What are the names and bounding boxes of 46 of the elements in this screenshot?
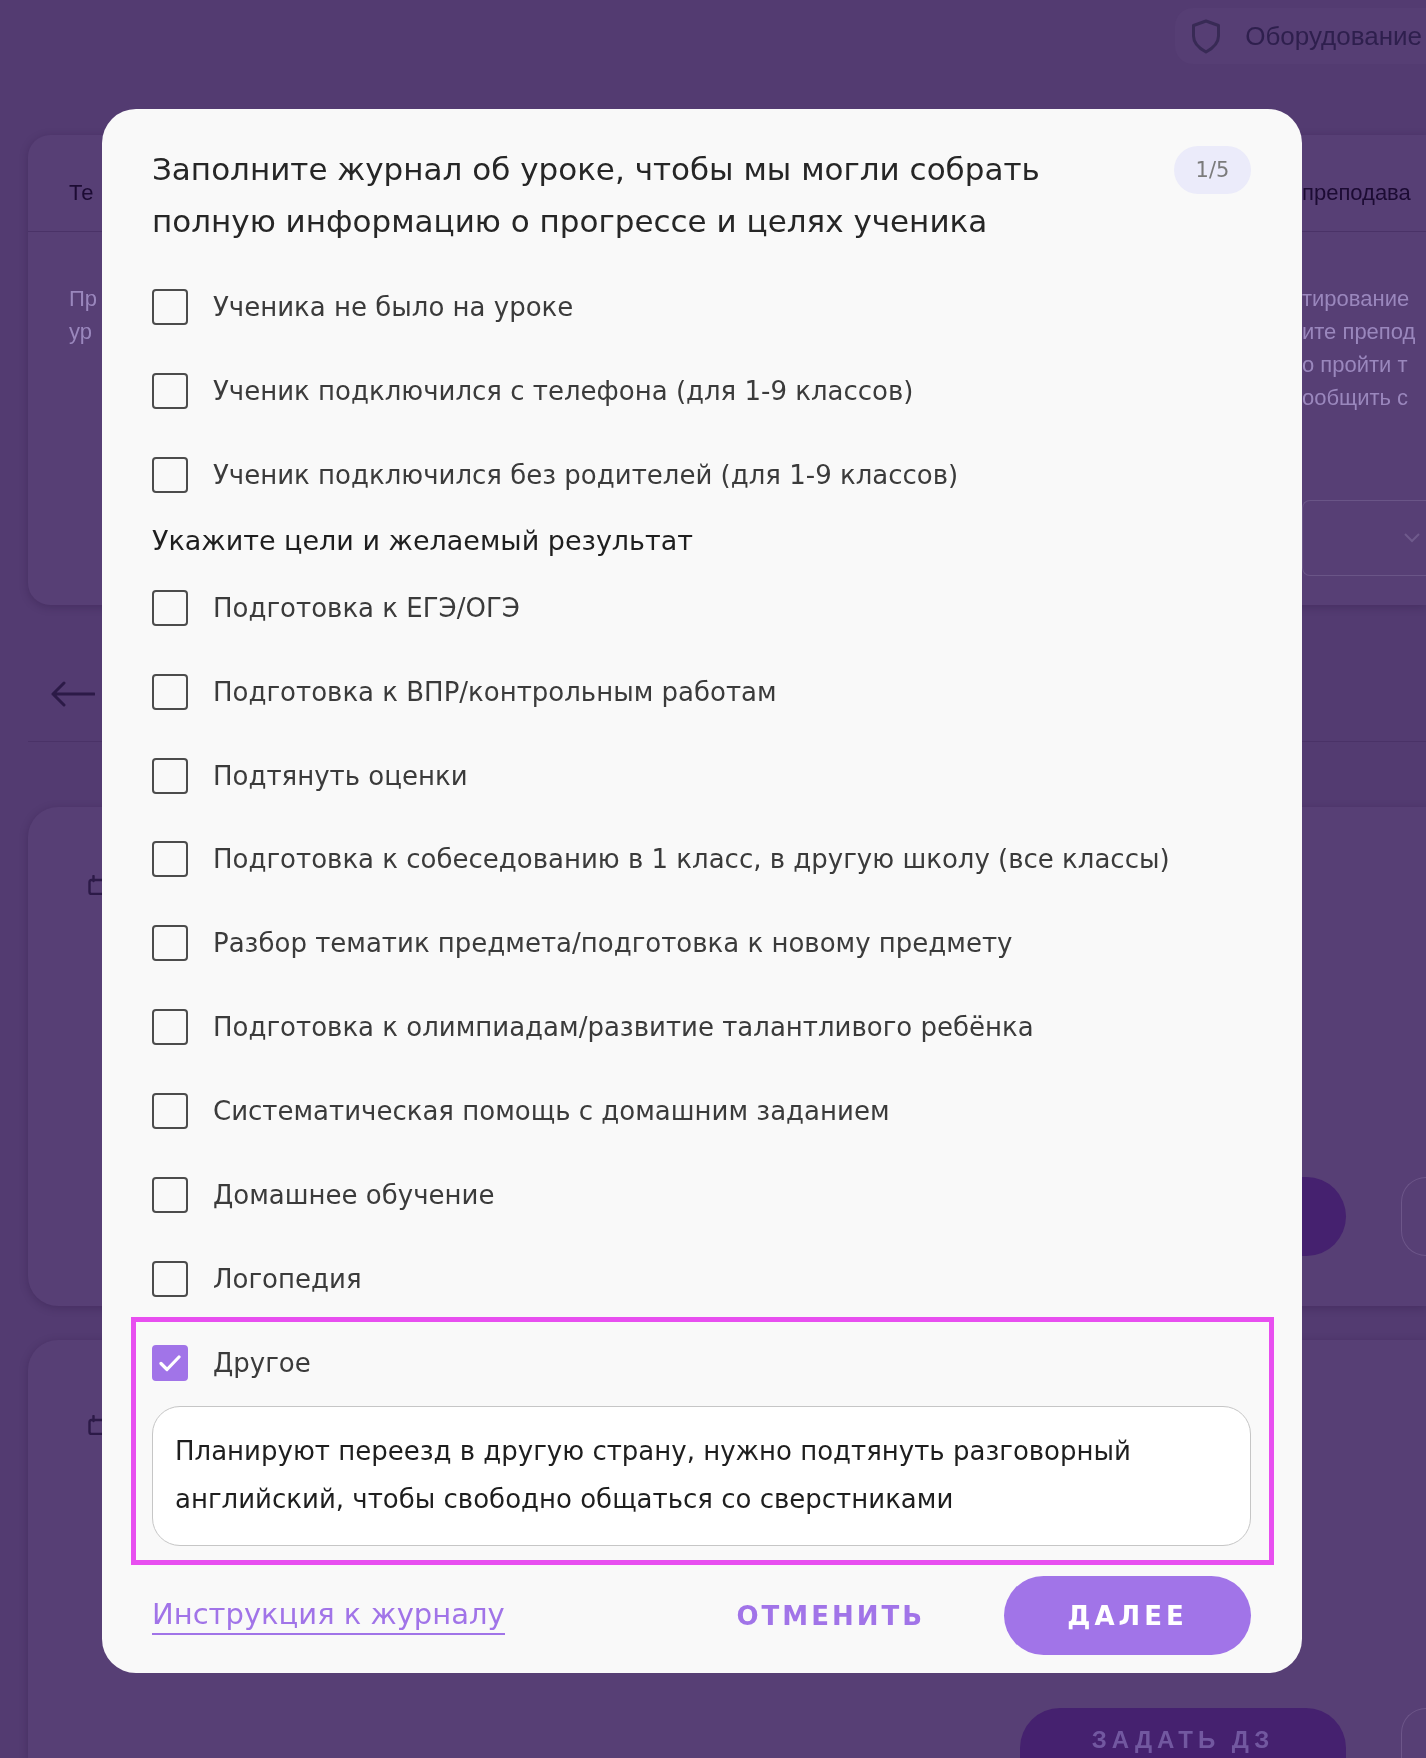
checkbox-label: Подготовка к собеседованию в 1 класс, в другую школу (все классы) bbox=[213, 844, 1170, 875]
description-text: ур bbox=[69, 318, 93, 346]
description-text: ите препод bbox=[1302, 318, 1417, 346]
dialog-title: Заполните журнал об уроке, чтобы мы могли собрать полную информацию о прогрессе и целях ученика bbox=[152, 150, 1041, 241]
checkbox[interactable] bbox=[152, 1009, 188, 1046]
comment-field[interactable]: Планируют переезд в другую страну, нужно подтянуть разговорный английский, чтобы свободно общаться со сверстниками bbox=[152, 1406, 1251, 1546]
header-text: преподава bbox=[1302, 180, 1412, 206]
next-button[interactable]: ДАЛЕЕ bbox=[1004, 1576, 1251, 1655]
checkbox[interactable] bbox=[152, 589, 188, 626]
cancel-button[interactable]: ОТМЕНИТЬ bbox=[736, 1600, 925, 1631]
calendar-icon bbox=[88, 1415, 102, 1435]
checkbox-label: Другое bbox=[213, 1348, 311, 1378]
description-text: ообщить с bbox=[1302, 384, 1410, 412]
checkbox[interactable] bbox=[152, 1345, 188, 1381]
checkbox-label: Разбор тематик предмета/подготовка к новому предмету bbox=[213, 928, 1013, 959]
checkbox-label: Подтянуть оценки bbox=[213, 760, 468, 791]
checkbox[interactable] bbox=[152, 841, 188, 878]
chevron-down-icon bbox=[1404, 533, 1420, 543]
checkbox[interactable] bbox=[152, 1261, 188, 1298]
description-text: о пройти т bbox=[1302, 351, 1409, 379]
checkbox[interactable] bbox=[152, 1093, 188, 1130]
checkbox-label: Домашнее обучение bbox=[213, 1180, 495, 1211]
checkbox[interactable] bbox=[152, 925, 188, 962]
checkbox-label: Ученик подключился с телефона (для 1-9 классов) bbox=[213, 375, 914, 406]
instruction-link[interactable]: Инструкция к журналу bbox=[152, 1596, 505, 1635]
description-text: тирование bbox=[1302, 285, 1411, 313]
checkbox-label: Ученика не было на уроке bbox=[213, 291, 574, 322]
checkbox-label: Подготовка к ВПР/контрольным работам bbox=[213, 676, 777, 707]
checkbox-label: Ученик подключился без родителей (для 1-9 классов) bbox=[213, 459, 959, 490]
checkbox[interactable] bbox=[152, 288, 188, 325]
checkbox[interactable] bbox=[152, 456, 188, 493]
description-text: Пр bbox=[69, 285, 99, 313]
checkbox[interactable] bbox=[152, 673, 188, 710]
checkbox-label: Систематическая помощь с домашним заданием bbox=[213, 1096, 890, 1127]
step-counter: 1/5 bbox=[1174, 146, 1251, 194]
checkbox[interactable] bbox=[152, 757, 188, 794]
header-text: Те bbox=[69, 180, 95, 206]
check-icon bbox=[159, 1354, 181, 1372]
calendar-icon bbox=[88, 875, 102, 895]
checkbox-label: Подготовка к ЕГЭ/ОГЭ bbox=[213, 592, 520, 623]
checkbox-label: Логопедия bbox=[213, 1264, 362, 1295]
checkbox-label: Подготовка к олимпиадам/развитие талантливого ребёнка bbox=[213, 1012, 1034, 1043]
checkbox[interactable] bbox=[152, 372, 188, 409]
shield-icon bbox=[1191, 18, 1222, 54]
section-heading: Укажите цели и желаемый результат bbox=[152, 524, 695, 559]
checkbox[interactable] bbox=[152, 1177, 188, 1214]
